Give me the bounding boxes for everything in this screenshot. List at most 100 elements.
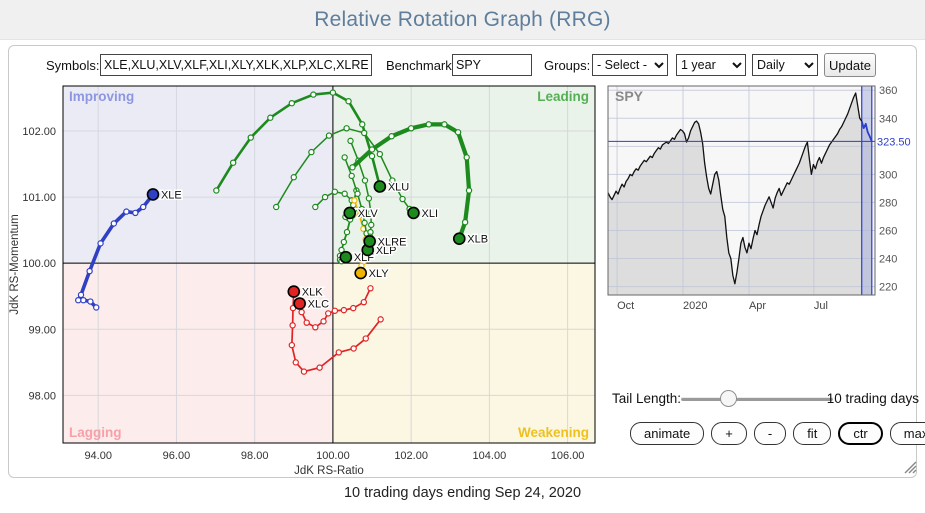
- tail-length-slider-thumb[interactable]: [720, 390, 737, 407]
- resize-handle-icon[interactable]: [899, 456, 917, 474]
- y-tick-label: 98.00: [28, 390, 56, 402]
- zoom-in-button[interactable]: +: [711, 422, 747, 445]
- trail-marker: [141, 204, 146, 209]
- x-tick-label: 102.00: [394, 450, 428, 462]
- trail-marker: [352, 198, 357, 203]
- trail-marker: [400, 196, 405, 201]
- trail-marker: [309, 150, 314, 155]
- trail-marker: [111, 221, 116, 226]
- trail-marker: [268, 115, 273, 120]
- symbol-label-XLY: XLY: [369, 268, 390, 280]
- tail-length-value: 10 trading days: [827, 391, 919, 406]
- trail-marker: [369, 147, 374, 152]
- y-tick-label: 99.00: [28, 324, 56, 336]
- trail-marker: [78, 292, 83, 297]
- trail-marker: [326, 133, 331, 138]
- symbols-label: Symbols:: [46, 58, 99, 73]
- x-axis-title: JdK RS-Ratio: [294, 465, 364, 477]
- trail-marker: [362, 220, 367, 225]
- trail-marker: [344, 230, 349, 235]
- trail-marker: [464, 155, 469, 160]
- trail-marker: [274, 204, 279, 209]
- trail-marker: [299, 310, 304, 315]
- spy-chart-title: SPY: [615, 88, 644, 104]
- spy-date-tick-label: Apr: [749, 300, 766, 312]
- spy-price-tick-label: 340: [879, 113, 897, 125]
- trail-marker: [389, 134, 394, 139]
- trail-marker: [336, 350, 341, 355]
- symbol-dot-XLI: [408, 207, 419, 218]
- tail-length-slider-track[interactable]: [681, 397, 833, 401]
- symbol-label-XLI: XLI: [421, 208, 438, 220]
- spy-date-tick-label: Oct: [617, 300, 634, 312]
- trail-marker: [369, 222, 374, 227]
- trail-marker: [304, 320, 309, 325]
- spy-date-tick-label: 2020: [683, 300, 707, 312]
- fit-button[interactable]: fit: [793, 422, 831, 445]
- quadrant-label: Lagging: [69, 425, 122, 440]
- symbol-label-XLB: XLB: [467, 234, 488, 246]
- trail-marker: [351, 306, 356, 311]
- trail-marker: [348, 138, 353, 143]
- y-tick-label: 100.00: [22, 258, 56, 270]
- last-price-label: 323.50: [877, 136, 911, 148]
- trail-marker: [368, 286, 373, 291]
- trail-marker: [94, 305, 99, 310]
- trail-marker: [88, 299, 93, 304]
- trail-marker: [409, 126, 414, 131]
- trail-marker: [98, 241, 103, 246]
- trail-marker: [463, 220, 468, 225]
- max-button[interactable]: max: [890, 422, 925, 445]
- groups-label: Groups:: [544, 58, 590, 73]
- animate-button[interactable]: animate: [630, 422, 704, 445]
- trail-marker: [330, 90, 335, 95]
- trail-marker: [332, 308, 337, 313]
- trail-marker: [363, 336, 368, 341]
- ctr-button[interactable]: ctr: [838, 422, 882, 445]
- y-tick-label: 102.00: [22, 126, 56, 138]
- trail-marker: [317, 365, 322, 370]
- x-tick-label: 96.00: [163, 450, 191, 462]
- y-axis-title: JdK RS-Momentum: [9, 214, 21, 314]
- trail-marker: [289, 343, 294, 348]
- groups-select[interactable]: - Select -: [592, 54, 668, 76]
- update-button[interactable]: Update: [824, 53, 876, 77]
- trail-marker: [350, 165, 355, 170]
- trail-marker: [326, 311, 331, 316]
- spy-price-tick-label: 280: [879, 197, 897, 209]
- trail-marker: [378, 317, 383, 322]
- app-header: Relative Rotation Graph (RRG): [0, 0, 925, 40]
- symbol-dot-XLC: [294, 298, 305, 309]
- spy-price-tick-label: 240: [879, 254, 897, 266]
- trail-marker: [342, 155, 347, 160]
- symbol-label-XLU: XLU: [388, 181, 409, 193]
- footer-caption: 10 trading days ending Sep 24, 2020: [0, 485, 925, 501]
- chart-toolbar: animate +-fitctrmax: [630, 422, 925, 445]
- symbol-dot-XLE: [147, 189, 158, 200]
- interval-select[interactable]: Daily: [752, 54, 818, 76]
- symbols-input[interactable]: [100, 54, 372, 76]
- quadrant-label: Improving: [69, 89, 134, 104]
- trail-marker: [322, 194, 327, 199]
- symbol-dot-XLK: [288, 286, 299, 297]
- symbol-label-XLC: XLC: [308, 299, 329, 311]
- trail-marker: [76, 298, 81, 303]
- trail-marker: [362, 130, 367, 135]
- symbol-label-XLK: XLK: [302, 287, 323, 299]
- trail-marker: [87, 269, 92, 274]
- trail-marker: [313, 204, 318, 209]
- zoom-out-button[interactable]: -: [754, 422, 786, 445]
- quadrant-label: Leading: [537, 89, 589, 104]
- range-select[interactable]: 1 year: [676, 54, 746, 76]
- benchmark-input[interactable]: [452, 54, 532, 76]
- trail-marker: [321, 319, 326, 324]
- tail-length-label: Tail Length:: [612, 391, 681, 406]
- symbol-dot-XLB: [454, 233, 465, 244]
- highlight-band: [862, 86, 872, 295]
- trail-marker: [342, 191, 347, 196]
- symbol-label-XLE: XLE: [161, 189, 182, 201]
- trail-marker: [369, 153, 374, 158]
- trail-marker: [248, 135, 253, 140]
- spy-price-tick-label: 260: [879, 225, 897, 237]
- trail-marker: [311, 92, 316, 97]
